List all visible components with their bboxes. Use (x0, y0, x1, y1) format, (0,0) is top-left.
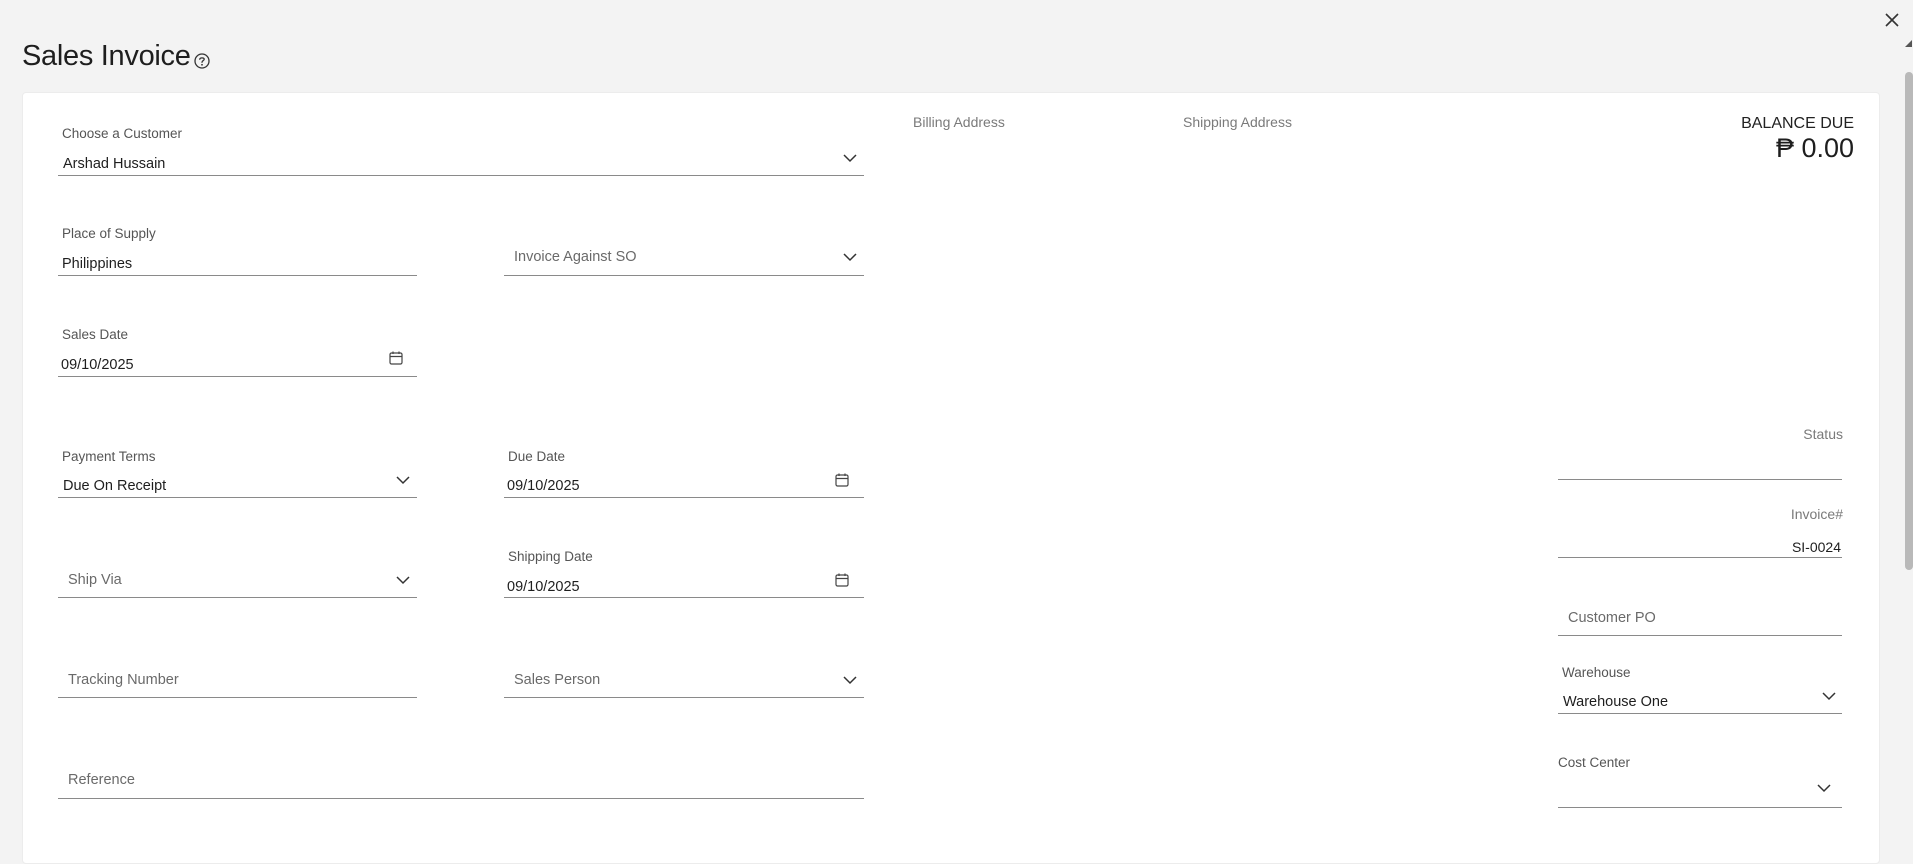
shipping-date-underline (504, 597, 864, 598)
sales-date-value: 09/10/2025 (61, 357, 134, 373)
status-underline (1558, 479, 1842, 480)
reference-underline (58, 798, 864, 799)
customer-po-underline (1558, 635, 1842, 636)
reference-placeholder: Reference (68, 772, 135, 788)
invoice-number-underline (1558, 557, 1842, 558)
tracking-number-underline (58, 697, 417, 698)
scroll-up-arrow-icon[interactable] (1904, 38, 1913, 48)
chevron-down-icon[interactable] (841, 152, 859, 164)
status-field[interactable] (1558, 424, 1842, 480)
shipping-date-value: 09/10/2025 (507, 579, 580, 595)
place-of-supply-value: Philippines (62, 256, 133, 272)
sales-date-label: Sales Date (62, 327, 129, 342)
payment-terms-underline (58, 497, 417, 498)
help-circle-icon[interactable] (193, 52, 211, 70)
calendar-icon[interactable] (388, 350, 404, 366)
place-of-supply-label: Place of Supply (62, 226, 156, 241)
scrollbar-thumb[interactable] (1905, 72, 1913, 570)
sales-person-placeholder: Sales Person (514, 672, 601, 688)
customer-label: Choose a Customer (62, 126, 183, 141)
customer-underline (58, 175, 864, 176)
chevron-down-icon[interactable] (1815, 782, 1833, 794)
due-date-underline (504, 497, 864, 498)
status-label: Status (1803, 426, 1843, 442)
shipping-date-label: Shipping Date (508, 549, 593, 564)
shipping-address-label: Shipping Address (1183, 114, 1292, 130)
warehouse-underline (1558, 713, 1842, 714)
reference-input[interactable] (58, 762, 864, 798)
calendar-icon[interactable] (834, 472, 850, 488)
sales-date-underline (58, 376, 417, 377)
warehouse-label: Warehouse (1562, 665, 1631, 680)
ship-via-placeholder: Ship Via (68, 572, 122, 588)
chevron-down-icon[interactable] (394, 574, 412, 586)
tracking-number-placeholder: Tracking Number (68, 672, 179, 688)
cost-center-underline (1558, 807, 1842, 808)
chevron-down-icon[interactable] (841, 251, 859, 263)
cost-center-label: Cost Center (1558, 755, 1631, 770)
place-of-supply-underline (58, 275, 417, 276)
due-date-value: 09/10/2025 (507, 478, 580, 494)
close-icon[interactable] (1880, 8, 1904, 32)
customer-po-placeholder: Customer PO (1568, 610, 1656, 626)
invoice-number-label: Invoice# (1790, 506, 1843, 522)
invoice-against-so-underline (504, 275, 864, 276)
balance-due-amount: ₱ 0.00 (1775, 133, 1854, 163)
due-date-label: Due Date (508, 449, 566, 464)
sales-person-underline (504, 697, 864, 698)
payment-terms-label: Payment Terms (62, 449, 156, 464)
calendar-icon[interactable] (834, 572, 850, 588)
chevron-down-icon[interactable] (841, 674, 859, 686)
billing-address-label: Billing Address (913, 114, 1005, 130)
payment-terms-value: Due On Receipt (63, 478, 167, 494)
invoice-number-value: SI-0024 (1791, 539, 1841, 555)
customer-value: Arshad Hussain (63, 156, 166, 172)
chevron-down-icon[interactable] (394, 474, 412, 486)
chevron-down-icon[interactable] (1820, 690, 1838, 702)
invoice-against-so-placeholder: Invoice Against SO (514, 249, 637, 265)
warehouse-value: Warehouse One (1563, 694, 1669, 710)
ship-via-underline (58, 597, 417, 598)
balance-due-label: BALANCE DUE (1741, 115, 1854, 132)
page-title: Sales Invoice (22, 40, 191, 72)
